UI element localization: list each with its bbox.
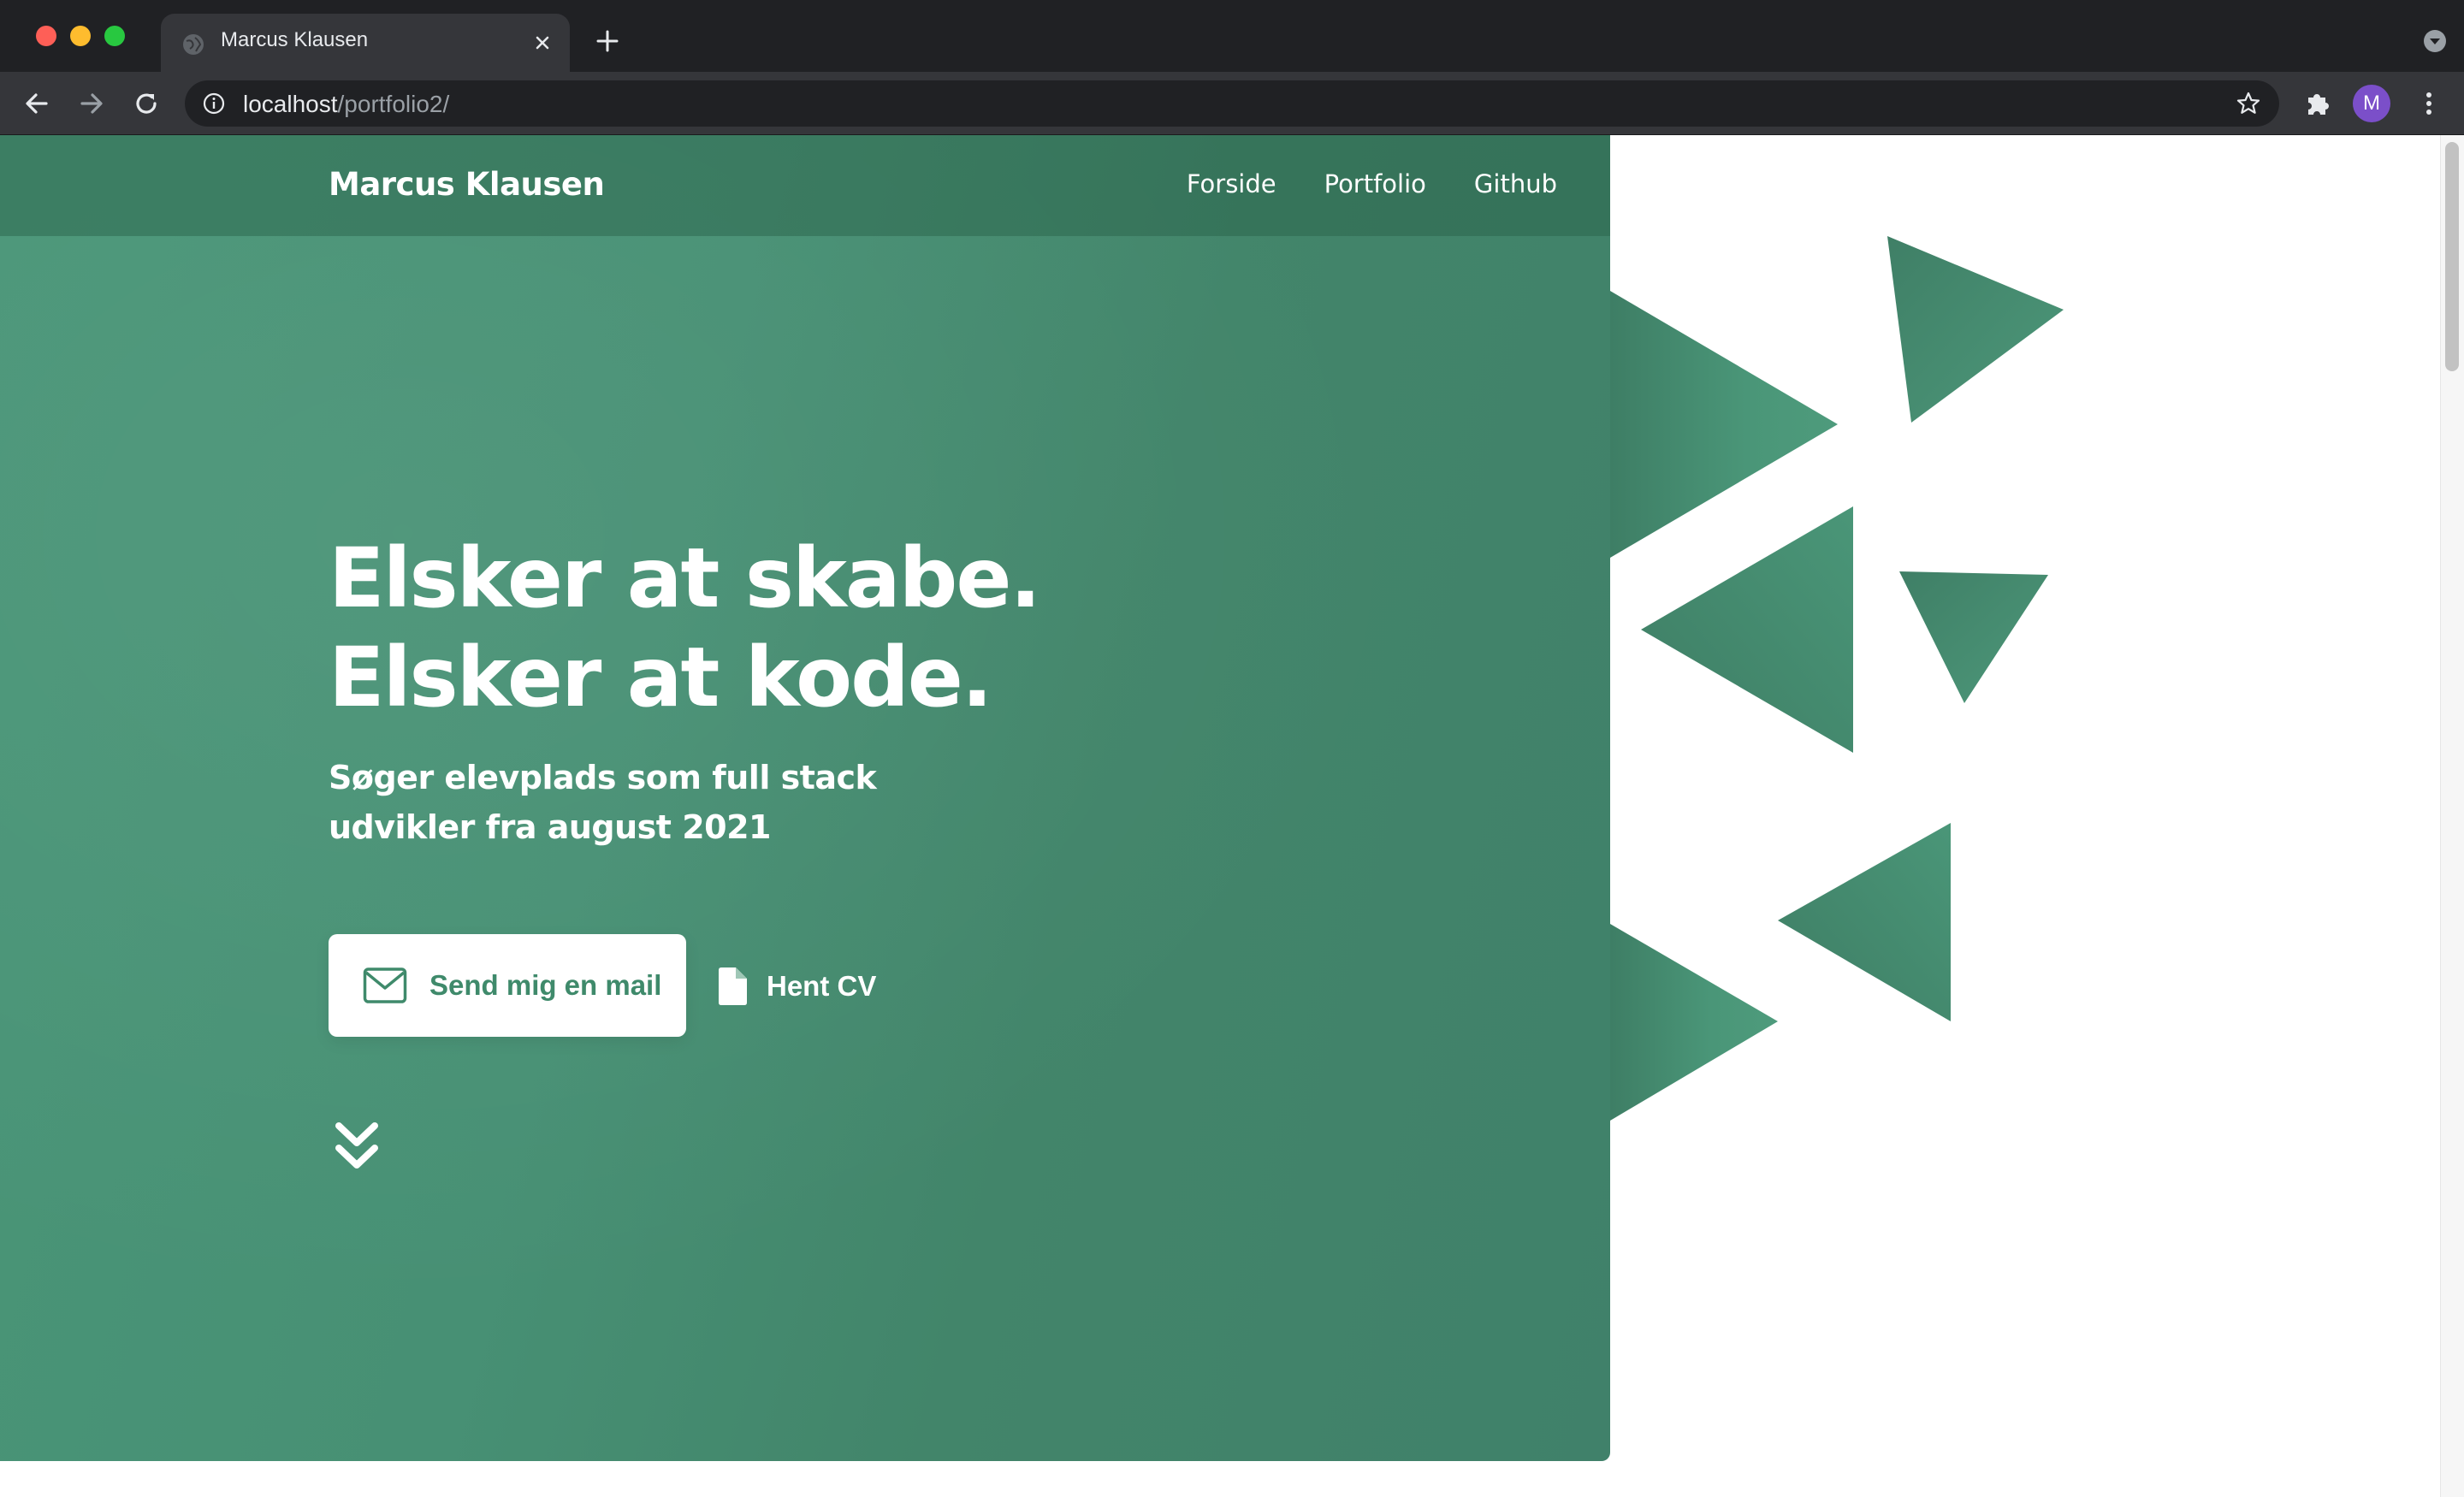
window-maximize-button[interactable] — [104, 26, 125, 46]
download-cv-label: Hent CV — [767, 970, 877, 1002]
profile-avatar[interactable]: M — [2353, 85, 2390, 122]
decorative-triangles — [1610, 236, 2064, 1121]
site-header: Marcus Klausen Forside Portfolio Github — [0, 135, 1610, 236]
arrow-right-icon[interactable] — [75, 87, 108, 120]
headline-line-1: Elsker at skabe. — [329, 530, 1041, 626]
triangle-5 — [1778, 823, 1951, 1021]
file-icon — [719, 967, 747, 1005]
headline-line-2: Elsker at kode. — [329, 630, 992, 725]
arrow-left-icon[interactable] — [21, 87, 53, 120]
double-chevron-down-icon[interactable] — [332, 1119, 382, 1174]
send-mail-button[interactable]: Send mig en mail — [329, 934, 686, 1037]
browser-tab[interactable]: Marcus Klausen — [161, 14, 570, 72]
url-path: /portfolio2/ — [337, 91, 450, 117]
more-vert-icon[interactable] — [2413, 87, 2445, 120]
scrollbar-thumb[interactable] — [2445, 142, 2459, 371]
triangle-3 — [1641, 506, 1853, 753]
nav-link-github[interactable]: Github — [1474, 169, 1557, 198]
site-brand[interactable]: Marcus Klausen — [329, 166, 605, 203]
hero-subline: Søger elevplads som full stack udvikler … — [329, 759, 877, 846]
hero-headline: Elsker at skabe. Elsker at kode. — [329, 529, 1041, 727]
triangle-4 — [1899, 571, 2048, 703]
browser-tab-bar: Marcus Klausen — [0, 0, 2464, 72]
window-close-button[interactable] — [36, 26, 56, 46]
reload-icon[interactable] — [130, 87, 163, 120]
triangle-2 — [1887, 236, 2064, 423]
tab-title: Marcus Klausen — [221, 28, 369, 51]
star-icon[interactable] — [2235, 90, 2262, 117]
plus-icon[interactable] — [592, 26, 623, 56]
hero-section: Marcus Klausen Forside Portfolio Github … — [0, 135, 1610, 1461]
puzzle-icon[interactable] — [2301, 87, 2334, 120]
browser-toolbar: localhost/portfolio2/ M — [0, 72, 2464, 135]
nav-link-portfolio[interactable]: Portfolio — [1324, 169, 1426, 198]
download-cv-button[interactable]: Hent CV — [717, 962, 876, 1011]
triangle-1 — [1610, 291, 1838, 558]
page-viewport: Marcus Klausen Forside Portfolio Github … — [0, 135, 2464, 1497]
site-nav: Forside Portfolio Github — [1187, 169, 1557, 198]
triangle-6 — [1610, 924, 1778, 1121]
url-host: localhost — [243, 91, 338, 117]
globe-icon — [183, 34, 204, 55]
send-mail-label: Send mig en mail — [429, 969, 662, 1001]
close-icon[interactable] — [529, 29, 556, 56]
tab-search-icon[interactable] — [2423, 29, 2447, 53]
address-bar[interactable]: localhost/portfolio2/ — [185, 80, 2279, 127]
nav-link-forside[interactable]: Forside — [1187, 169, 1276, 198]
window-minimize-button[interactable] — [70, 26, 91, 46]
envelope-icon — [363, 967, 407, 1003]
info-icon[interactable] — [202, 92, 226, 115]
url-text[interactable]: localhost/portfolio2/ — [243, 91, 449, 118]
